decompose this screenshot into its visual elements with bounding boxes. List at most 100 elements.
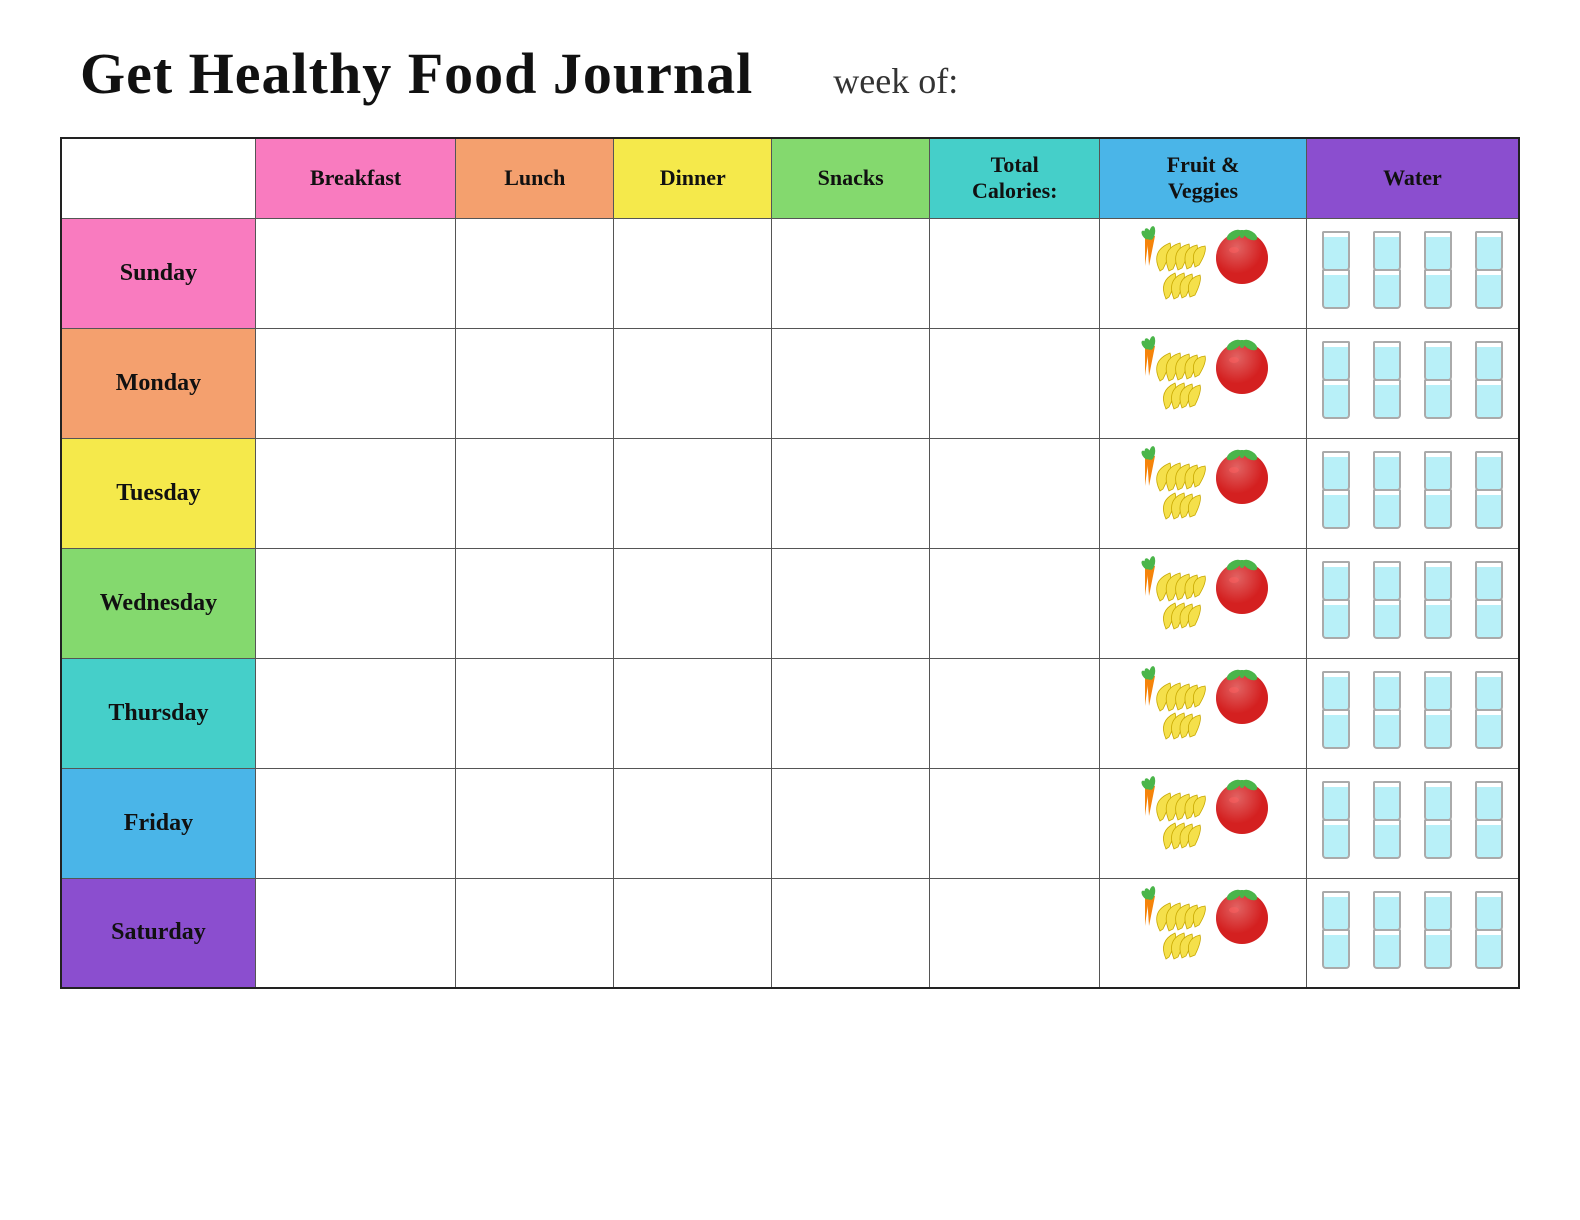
- dinner-cell-3[interactable]: [614, 548, 772, 658]
- fruit-veggies-cell-2: [1100, 438, 1307, 548]
- water-glass: [1373, 495, 1401, 529]
- water-glass: [1475, 567, 1503, 601]
- snacks-cell-6[interactable]: [772, 878, 930, 988]
- lunch-cell-1[interactable]: [456, 328, 614, 438]
- fruit-veggies-cell-5: [1100, 768, 1307, 878]
- snacks-cell-2[interactable]: [772, 438, 930, 548]
- breakfast-cell-0[interactable]: [255, 218, 455, 328]
- day-cell-monday: Monday: [61, 328, 255, 438]
- water-glasses-grid: [1313, 347, 1512, 419]
- breakfast-cell-3[interactable]: [255, 548, 455, 658]
- water-glass: [1424, 897, 1452, 931]
- th-water: Water: [1306, 138, 1519, 218]
- water-glass: [1424, 825, 1452, 859]
- calories-cell-1[interactable]: [930, 328, 1100, 438]
- water-glasses-grid: [1313, 457, 1512, 529]
- dinner-cell-1[interactable]: [614, 328, 772, 438]
- snacks-cell-1[interactable]: [772, 328, 930, 438]
- breakfast-cell-4[interactable]: [255, 658, 455, 768]
- fruit-veggies-cell-0: [1100, 218, 1307, 328]
- water-glass: [1475, 237, 1503, 271]
- water-cell-1: [1306, 328, 1519, 438]
- water-glasses-grid: [1313, 567, 1512, 639]
- water-glass: [1475, 605, 1503, 639]
- water-cell-0: [1306, 218, 1519, 328]
- table-row: Monday: [61, 328, 1519, 438]
- fruit-veggies-cell-1: [1100, 328, 1307, 438]
- lunch-cell-3[interactable]: [456, 548, 614, 658]
- water-glass: [1424, 385, 1452, 419]
- calories-cell-5[interactable]: [930, 768, 1100, 878]
- table-row: Saturday: [61, 878, 1519, 988]
- water-glasses-grid: [1313, 787, 1512, 859]
- water-glass: [1424, 567, 1452, 601]
- breakfast-cell-2[interactable]: [255, 438, 455, 548]
- water-glass: [1373, 935, 1401, 969]
- dinner-cell-4[interactable]: [614, 658, 772, 768]
- water-glass: [1322, 385, 1350, 419]
- lunch-cell-4[interactable]: [456, 658, 614, 768]
- water-glass: [1322, 567, 1350, 601]
- table-row: Wednesday: [61, 548, 1519, 658]
- water-glass: [1373, 385, 1401, 419]
- water-glass: [1475, 935, 1503, 969]
- water-cell-2: [1306, 438, 1519, 548]
- calories-cell-4[interactable]: [930, 658, 1100, 768]
- water-glasses-grid: [1313, 237, 1512, 309]
- breakfast-cell-6[interactable]: [255, 878, 455, 988]
- snacks-cell-3[interactable]: [772, 548, 930, 658]
- water-glass: [1322, 457, 1350, 491]
- page-title: Get Healthy Food Journal: [80, 40, 753, 107]
- th-empty: [61, 138, 255, 218]
- calories-cell-6[interactable]: [930, 878, 1100, 988]
- snacks-cell-5[interactable]: [772, 768, 930, 878]
- water-glass: [1322, 825, 1350, 859]
- th-fruveggies: Fruit &Veggies: [1100, 138, 1307, 218]
- dinner-cell-0[interactable]: [614, 218, 772, 328]
- water-glass: [1373, 897, 1401, 931]
- water-glass: [1373, 567, 1401, 601]
- water-glass: [1322, 605, 1350, 639]
- water-glass: [1373, 715, 1401, 749]
- day-cell-sunday: Sunday: [61, 218, 255, 328]
- water-cell-6: [1306, 878, 1519, 988]
- dinner-cell-2[interactable]: [614, 438, 772, 548]
- water-glass: [1475, 825, 1503, 859]
- calories-cell-3[interactable]: [930, 548, 1100, 658]
- snacks-cell-0[interactable]: [772, 218, 930, 328]
- lunch-cell-5[interactable]: [456, 768, 614, 878]
- day-cell-friday: Friday: [61, 768, 255, 878]
- day-cell-wednesday: Wednesday: [61, 548, 255, 658]
- water-glass: [1475, 495, 1503, 529]
- water-glass: [1424, 347, 1452, 381]
- calories-cell-0[interactable]: [930, 218, 1100, 328]
- water-glass: [1475, 787, 1503, 821]
- water-glass: [1424, 935, 1452, 969]
- water-glass: [1475, 275, 1503, 309]
- dinner-cell-5[interactable]: [614, 768, 772, 878]
- fruit-veggies-cell-6: [1100, 878, 1307, 988]
- table-row: Friday: [61, 768, 1519, 878]
- water-glass: [1475, 897, 1503, 931]
- breakfast-cell-1[interactable]: [255, 328, 455, 438]
- water-glass: [1424, 457, 1452, 491]
- water-glass: [1475, 347, 1503, 381]
- water-glass: [1373, 457, 1401, 491]
- lunch-cell-6[interactable]: [456, 878, 614, 988]
- lunch-cell-0[interactable]: [456, 218, 614, 328]
- water-glass: [1424, 275, 1452, 309]
- snacks-cell-4[interactable]: [772, 658, 930, 768]
- water-glass: [1373, 605, 1401, 639]
- breakfast-cell-5[interactable]: [255, 768, 455, 878]
- table-row: Thursday: [61, 658, 1519, 768]
- lunch-cell-2[interactable]: [456, 438, 614, 548]
- week-of-label: week of:: [833, 60, 958, 102]
- water-glasses-grid: [1313, 897, 1512, 969]
- dinner-cell-6[interactable]: [614, 878, 772, 988]
- water-glass: [1322, 897, 1350, 931]
- water-glass: [1475, 457, 1503, 491]
- water-glass: [1322, 787, 1350, 821]
- th-dinner: Dinner: [614, 138, 772, 218]
- water-glass: [1424, 237, 1452, 271]
- calories-cell-2[interactable]: [930, 438, 1100, 548]
